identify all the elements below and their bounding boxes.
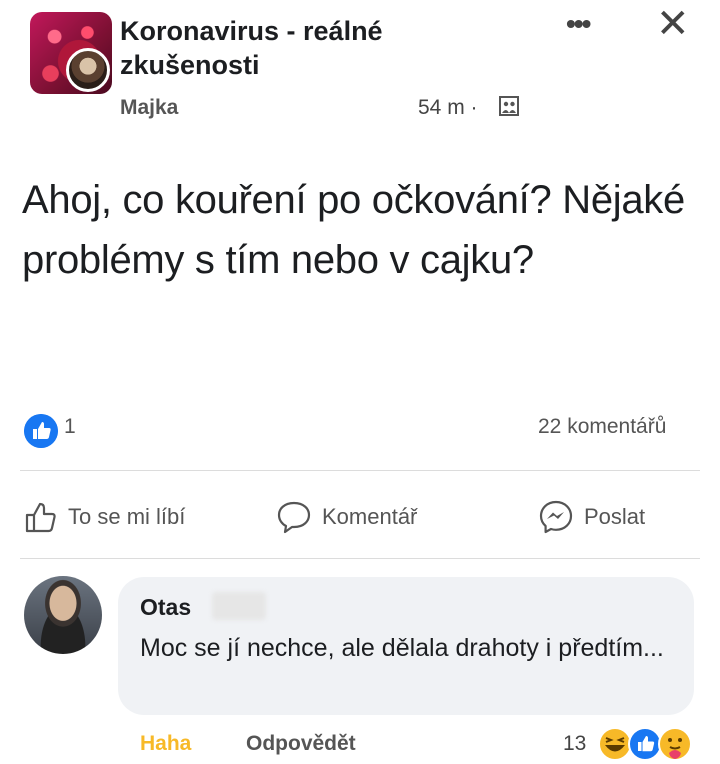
like-icon — [25, 502, 56, 533]
comment-reaction-icons[interactable] — [597, 726, 707, 762]
divider — [20, 470, 700, 471]
commenter-avatar[interactable] — [24, 576, 102, 654]
comment-text: Moc se jí nechce, ale dělala drahoty i p… — [140, 634, 664, 662]
post-time[interactable]: 54 m · — [418, 96, 478, 120]
post-text: Ahoj, co kouření po očkování? Nějaké pro… — [22, 178, 685, 282]
comments-count[interactable]: 22 komentářů — [538, 415, 666, 439]
care-reaction-icon — [658, 727, 692, 761]
like-label: To se mi líbí — [68, 504, 186, 529]
comment-author[interactable]: Otas — [140, 594, 191, 621]
comment-label: Komentář — [322, 504, 418, 529]
post-header: Koronavirus - reálné zkušenosti Majka 54… — [0, 0, 720, 130]
send-label: Poslat — [584, 504, 646, 529]
divider — [20, 558, 700, 559]
more-options-icon[interactable]: ••• — [566, 8, 591, 40]
like-reaction-badge-icon[interactable] — [24, 414, 58, 448]
haha-reaction-link[interactable]: Haha — [140, 732, 191, 756]
redacted-name — [212, 592, 266, 620]
comment-reactions-count[interactable]: 13 — [563, 732, 586, 756]
post-author[interactable]: Majka — [120, 96, 178, 120]
group-avatar[interactable] — [30, 12, 112, 94]
send-button[interactable]: Poslat — [538, 497, 645, 537]
comment-button[interactable]: Komentář — [276, 497, 417, 537]
reply-link[interactable]: Odpovědět — [246, 732, 356, 756]
like-button[interactable]: To se mi líbí — [24, 497, 185, 537]
group-title[interactable]: Koronavirus - reálné zkušenosti — [120, 14, 450, 82]
close-icon[interactable]: ✕ — [656, 4, 690, 44]
haha-reaction-icon — [598, 727, 632, 761]
author-avatar[interactable] — [66, 48, 110, 92]
messenger-icon — [539, 500, 573, 534]
like-reaction-icon — [628, 727, 662, 761]
reactions-count[interactable]: 1 — [64, 415, 76, 439]
privacy-icon — [499, 96, 519, 116]
comment-icon — [277, 501, 311, 534]
